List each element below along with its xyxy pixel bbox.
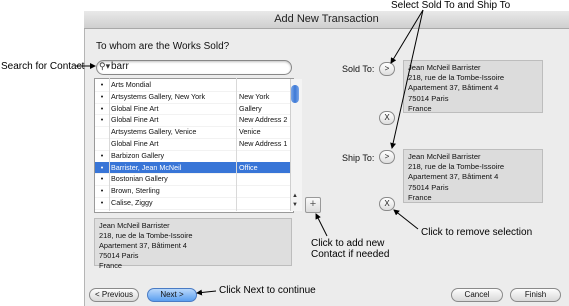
arrow-to-sold-to [390,9,424,64]
arrow-to-next [196,289,217,296]
arrow-to-add [315,213,328,237]
arrow-to-ship-to [390,9,424,149]
arrow-to-remove [393,209,419,230]
annotation-arrows [76,9,424,296]
